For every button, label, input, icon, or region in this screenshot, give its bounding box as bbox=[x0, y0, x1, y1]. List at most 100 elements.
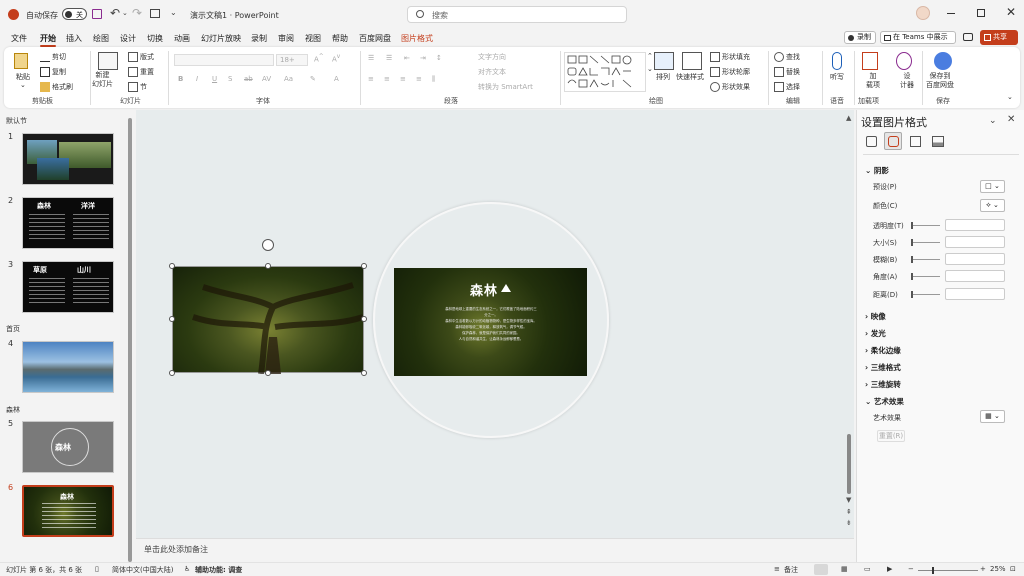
format-3d-section-header[interactable]: › 三维格式 bbox=[865, 362, 901, 373]
zoom-level[interactable]: 25% bbox=[990, 565, 1006, 573]
fit-slide-icon[interactable]: ⊡ bbox=[1010, 565, 1016, 573]
artistic-effects-dropdown[interactable]: ▦ ⌄ bbox=[980, 410, 1005, 423]
fill-line-icon[interactable] bbox=[866, 136, 877, 147]
preset-dropdown[interactable]: □ ⌄ bbox=[980, 180, 1005, 193]
slide-preview-picture[interactable]: 森林 森林是地球上重要的生态系统之一，它们覆盖了陆地面积约三分之一。 森林中生活… bbox=[394, 268, 587, 376]
shapes-scroll-down-icon[interactable]: ⌄ bbox=[647, 65, 653, 73]
justify-icon[interactable]: ≡ bbox=[416, 75, 422, 83]
autosave-toggle[interactable]: 关 bbox=[62, 8, 87, 20]
effects-tab-icon[interactable] bbox=[884, 132, 902, 150]
paste-dropdown-icon[interactable]: ⌄ bbox=[20, 81, 26, 89]
tab-baidu[interactable]: 百度网盘 bbox=[359, 33, 391, 44]
quick-styles-label[interactable]: 快速样式 bbox=[676, 72, 704, 82]
baidu-cloud-icon[interactable] bbox=[934, 52, 952, 70]
arrange-label[interactable]: 排列 bbox=[656, 72, 670, 82]
zoom-out-icon[interactable]: − bbox=[908, 565, 914, 573]
arrange-icon[interactable] bbox=[654, 52, 674, 70]
section-default[interactable]: 默认节 bbox=[6, 116, 27, 126]
resize-handle-ne[interactable] bbox=[361, 263, 367, 269]
close-icon[interactable]: ✕ bbox=[1007, 114, 1015, 125]
slide-thumbnail-6[interactable]: 森林 bbox=[22, 485, 114, 537]
tab-home[interactable]: 开始 bbox=[40, 33, 56, 47]
columns-icon[interactable]: ⫼ bbox=[432, 75, 435, 84]
forest-picture-selected[interactable] bbox=[172, 266, 364, 375]
tab-draw[interactable]: 绘图 bbox=[93, 33, 109, 44]
distance-slider[interactable] bbox=[911, 291, 940, 298]
restore-icon[interactable] bbox=[977, 9, 985, 17]
customize-toolbar-icon[interactable]: ⌄ bbox=[170, 8, 177, 17]
copy-button[interactable]: 复制 bbox=[40, 67, 66, 77]
resize-handle-sw[interactable] bbox=[169, 370, 175, 376]
reset-artistic-button[interactable]: 重置(R) bbox=[877, 430, 905, 442]
shadow-section-header[interactable]: ⌄ 阴影 bbox=[865, 165, 889, 176]
size-slider[interactable] bbox=[911, 239, 940, 246]
slide-thumbnail-1[interactable] bbox=[22, 133, 114, 185]
comment-icon[interactable] bbox=[963, 33, 973, 41]
bold-icon[interactable]: B bbox=[178, 75, 183, 83]
accessibility-icon[interactable]: ♿ bbox=[184, 565, 190, 573]
tab-help[interactable]: 帮助 bbox=[332, 33, 348, 44]
quick-styles-icon[interactable] bbox=[682, 52, 702, 70]
slide-thumbnail-4[interactable] bbox=[22, 341, 114, 393]
cut-button[interactable]: 剪切 bbox=[40, 52, 66, 62]
grow-font-icon[interactable]: A^ bbox=[314, 54, 324, 63]
replace-button[interactable]: 替换 bbox=[774, 67, 800, 77]
resize-handle-e[interactable] bbox=[361, 316, 367, 322]
zoom-slider-thumb[interactable] bbox=[932, 567, 934, 574]
new-slide-label[interactable]: 新建 幻灯片 bbox=[92, 71, 113, 89]
reset-button[interactable]: 重置 bbox=[128, 67, 154, 77]
italic-icon[interactable]: I bbox=[196, 75, 198, 83]
close-icon[interactable]: ✕ bbox=[1006, 5, 1016, 19]
normal-view-icon[interactable] bbox=[814, 564, 828, 575]
save-icon[interactable] bbox=[92, 9, 102, 19]
resize-handle-nw[interactable] bbox=[169, 263, 175, 269]
find-button[interactable]: 查找 bbox=[774, 52, 800, 62]
highlight-icon[interactable]: ✎ bbox=[310, 75, 316, 83]
resize-handle-s[interactable] bbox=[265, 370, 271, 376]
increase-indent-icon[interactable]: ⇥ bbox=[420, 54, 426, 62]
thumbnails-scrollbar[interactable] bbox=[128, 118, 132, 562]
change-case-icon[interactable]: Aa bbox=[284, 75, 293, 83]
tab-slideshow[interactable]: 幻灯片放映 bbox=[201, 33, 241, 44]
resize-handle-n[interactable] bbox=[265, 263, 271, 269]
notes-placeholder[interactable]: 单击此处添加备注 bbox=[144, 544, 208, 555]
slide-thumbnail-3[interactable]: 草原 山川 bbox=[22, 261, 114, 313]
align-left-icon[interactable]: ≡ bbox=[368, 75, 374, 83]
tab-record[interactable]: 录制 bbox=[251, 33, 267, 44]
font-color-icon[interactable]: A bbox=[334, 75, 339, 83]
bullets-icon[interactable]: ☰ bbox=[368, 54, 374, 62]
angle-input[interactable] bbox=[945, 270, 1005, 282]
size-input[interactable] bbox=[945, 236, 1005, 248]
scroll-down-icon[interactable]: ▼ bbox=[846, 496, 851, 504]
tab-insert[interactable]: 插入 bbox=[66, 33, 82, 44]
designer-icon[interactable] bbox=[896, 52, 912, 70]
char-spacing-icon[interactable]: AV bbox=[262, 75, 271, 83]
text-direction-button[interactable]: 文字方向 bbox=[478, 52, 506, 62]
angle-slider[interactable] bbox=[911, 273, 940, 280]
soft-edges-section-header[interactable]: › 柔化边缘 bbox=[865, 345, 901, 356]
redo-icon[interactable]: ↷ bbox=[132, 6, 142, 20]
tab-picture-format[interactable]: 图片格式 bbox=[401, 33, 433, 44]
resize-handle-w[interactable] bbox=[169, 316, 175, 322]
font-size-select[interactable]: 18+ bbox=[276, 54, 308, 66]
zoom-in-icon[interactable]: + bbox=[980, 565, 986, 573]
distance-input[interactable] bbox=[945, 288, 1005, 300]
present-icon[interactable] bbox=[150, 9, 160, 18]
tab-design[interactable]: 设计 bbox=[120, 33, 136, 44]
section-home[interactable]: 首页 bbox=[6, 324, 20, 334]
align-center-icon[interactable]: ≡ bbox=[384, 75, 390, 83]
scroll-up-icon[interactable]: ▲ bbox=[846, 114, 851, 122]
teams-present-button[interactable]: 在 Teams 中展示 bbox=[880, 31, 956, 44]
record-button[interactable]: 录制 bbox=[844, 31, 876, 44]
canvas-scrollbar[interactable]: ▲ ▼ ⇞ ⇟ bbox=[846, 114, 852, 534]
spelling-icon[interactable]: ▯ bbox=[95, 565, 99, 573]
paste-icon[interactable] bbox=[14, 53, 28, 69]
underline-icon[interactable]: U bbox=[212, 75, 217, 83]
accessibility-status[interactable]: 辅助功能: 调查 bbox=[195, 565, 242, 575]
tab-animations[interactable]: 动画 bbox=[174, 33, 190, 44]
new-slide-icon[interactable] bbox=[98, 52, 118, 70]
avatar[interactable] bbox=[916, 6, 930, 20]
blur-input[interactable] bbox=[945, 253, 1005, 265]
section-forest[interactable]: 森林 bbox=[6, 405, 20, 415]
transparency-input[interactable] bbox=[945, 219, 1005, 231]
